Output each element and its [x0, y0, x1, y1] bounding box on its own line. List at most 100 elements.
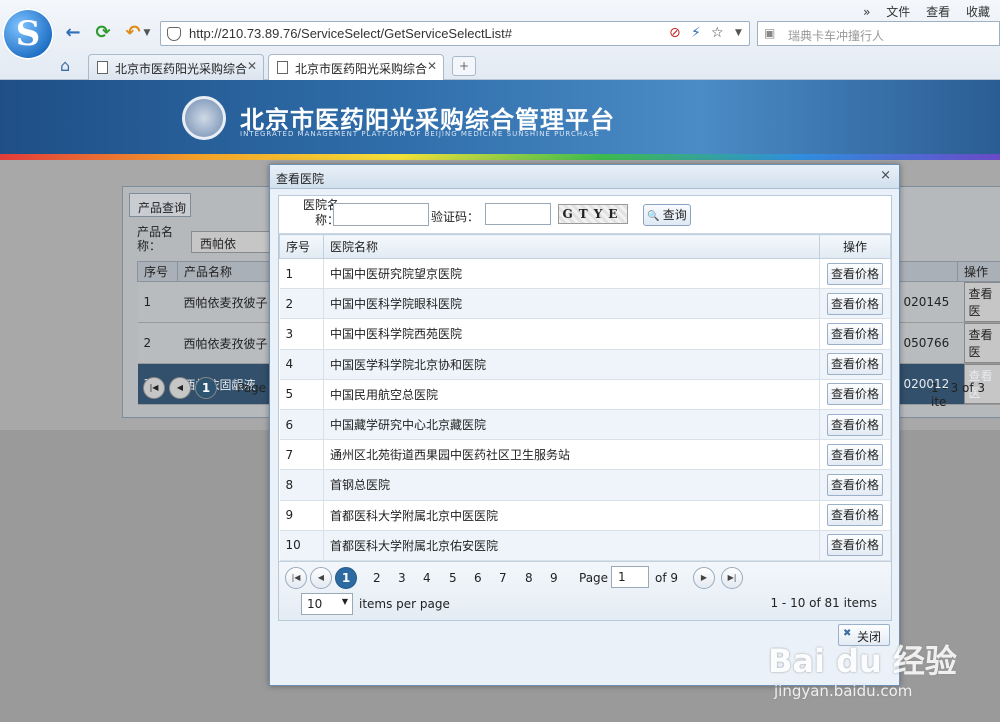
query-button-label: 查询 [662, 208, 687, 222]
emblem-icon [182, 96, 226, 140]
undo-dropdown-icon[interactable]: ▼ [142, 22, 152, 44]
new-tab-button[interactable]: + [452, 56, 476, 76]
first-page-icon[interactable]: |◀ [285, 567, 307, 589]
query-button[interactable]: 🔍 查询 [643, 204, 691, 226]
page-link[interactable]: 3 [398, 571, 406, 585]
search-engine-icon: ▣ [764, 26, 776, 40]
page-icon [277, 61, 288, 74]
browser-tab[interactable]: 北京市医药阳光采购综合 ✕ [88, 54, 264, 80]
row-hospital-name: 中国中医科学院西苑医院 [323, 318, 820, 350]
row-no: 9 [279, 500, 324, 531]
row-no: 6 [279, 409, 324, 441]
prev-page-icon[interactable]: ◀ [310, 567, 332, 589]
view-price-button[interactable]: 查看价格 [827, 534, 883, 557]
browser-logo-letter: S [15, 14, 41, 54]
browser-logo[interactable]: S [2, 8, 54, 60]
column-header-name: 医院名称 [323, 234, 820, 259]
page-size-value: 10 [307, 597, 323, 611]
menu-favorites[interactable]: 收藏 [966, 5, 990, 19]
row-hospital-name: 首钢总医院 [323, 469, 820, 501]
page-size-select[interactable]: 10 ▼ [301, 593, 353, 615]
watermark-logo: Bai du 经验 [768, 642, 957, 680]
row-no: 1 [137, 281, 178, 323]
row-no: 8 [279, 469, 324, 501]
address-url[interactable]: http://210.73.89.76/ServiceSelect/GetSer… [189, 26, 512, 41]
menu-more[interactable]: » [863, 5, 870, 19]
current-page[interactable]: 1 [335, 567, 357, 589]
page-link[interactable]: 6 [474, 571, 482, 585]
view-price-button[interactable]: 查看价格 [827, 262, 883, 285]
close-icon[interactable]: × [880, 168, 891, 183]
view-hospital-button[interactable]: 查看医 [963, 282, 1000, 322]
tab-product-query[interactable]: 产品查询 [129, 193, 191, 217]
view-price-button[interactable]: 查看价格 [827, 353, 883, 376]
tab-label: 北京市医药阳光采购综合 [295, 62, 428, 76]
page-link[interactable]: 9 [550, 571, 558, 585]
tab-label: 北京市医药阳光采购综合 [115, 62, 248, 76]
row-hospital-name: 中国医学科学院北京协和医院 [323, 349, 820, 380]
menu-file[interactable]: 文件 [886, 5, 910, 19]
captcha-input[interactable] [485, 203, 551, 225]
view-price-button[interactable]: 查看价格 [827, 473, 883, 496]
column-header-no: 序号 [279, 234, 324, 259]
back-icon[interactable]: ← [62, 22, 84, 44]
watermark-url: jingyan.baidu.com [774, 682, 913, 700]
star-icon[interactable]: ☆ [711, 25, 724, 41]
page-label: Page [579, 571, 609, 585]
view-price-button[interactable]: 查看价格 [827, 504, 883, 527]
hospital-name-input[interactable] [333, 203, 429, 226]
lightning-icon[interactable]: ⚡ [691, 25, 701, 41]
pager-info: 1 - 10 of 81 items [770, 596, 877, 610]
search-input[interactable]: ▣ 瑞典卡车冲撞行人 [757, 21, 1000, 46]
shield-icon [167, 27, 181, 41]
home-icon[interactable]: ⌂ [60, 56, 70, 75]
menu-view[interactable]: 查看 [926, 5, 950, 19]
table-row: 7 通州区北苑街道西果园中医药社区卫生服务站 查看价格 [279, 439, 891, 471]
row-code: 020145 [897, 281, 958, 323]
row-hospital-name: 中国藏学研究中心北京藏医院 [323, 409, 820, 441]
undo-icon[interactable]: ↶ [122, 22, 144, 44]
browser-tab-active[interactable]: 北京市医药阳光采购综合 ✕ [268, 54, 444, 80]
view-price-button[interactable]: 查看价格 [827, 413, 883, 436]
column-header: 操作 [957, 261, 1000, 282]
row-hospital-name: 中国中医科学院眼科医院 [323, 288, 820, 320]
table-row: 3 中国中医科学院西苑医院 查看价格 [279, 318, 891, 350]
page-number-input[interactable]: 1 [611, 566, 649, 588]
next-page-icon[interactable]: ▶ [693, 567, 715, 589]
address-bar[interactable]: http://210.73.89.76/ServiceSelect/GetSer… [160, 21, 750, 46]
table-row: 6 中国藏学研究中心北京藏医院 查看价格 [279, 409, 891, 441]
current-page[interactable]: 1 [195, 377, 217, 399]
table-row: 10 首都医科大学附属北京佑安医院 查看价格 [279, 530, 891, 561]
refresh-icon[interactable]: ⟳ [92, 22, 114, 44]
product-name-input[interactable]: 西帕依 [191, 231, 271, 253]
page-icon [97, 61, 108, 74]
page-link[interactable]: 5 [449, 571, 457, 585]
page-link[interactable]: 4 [423, 571, 431, 585]
hospital-table: 序号 医院名称 操作 1 中国中医研究院望京医院 查看价格 2 中国中医科学院眼科医院查… [279, 234, 891, 561]
view-price-button[interactable]: 查看价格 [827, 443, 883, 466]
page-link[interactable]: 7 [499, 571, 507, 585]
first-page-icon[interactable]: |◀ [143, 377, 165, 399]
row-no: 1 [279, 258, 324, 290]
page-link[interactable]: 2 [373, 571, 381, 585]
close-tab-icon[interactable]: ✕ [427, 59, 437, 73]
view-hospital-button[interactable]: 查看医 [963, 323, 1000, 363]
view-price-button[interactable]: 查看价格 [827, 292, 883, 315]
captcha-image[interactable]: GTYE [558, 204, 628, 224]
page-link[interactable]: 8 [525, 571, 533, 585]
row-hospital-name: 首都医科大学附属北京中医医院 [323, 500, 820, 531]
product-name-label: 产品名称： [137, 225, 174, 253]
view-price-button[interactable]: 查看价格 [827, 322, 883, 345]
prev-page-icon[interactable]: ◀ [169, 377, 191, 399]
row-no: 3 [279, 318, 324, 350]
block-icon[interactable]: ⊘ [669, 25, 681, 41]
last-page-icon[interactable]: ▶| [721, 567, 743, 589]
address-dropdown-icon[interactable]: ▼ [735, 28, 742, 38]
table-row: 2 中国中医科学院眼科医院 查看价格 [279, 288, 891, 320]
row-code: 050766 [897, 322, 958, 364]
close-tab-icon[interactable]: ✕ [247, 59, 257, 73]
view-price-button[interactable]: 查看价格 [827, 383, 883, 406]
row-hospital-name: 首都医科大学附属北京佑安医院 [323, 530, 820, 561]
view-hospital-dialog: 查看医院 × 医院名称： 验证码： GTYE 🔍 查询 序号 医院名称 操作 1中… [269, 164, 900, 686]
row-no: 10 [279, 530, 324, 561]
